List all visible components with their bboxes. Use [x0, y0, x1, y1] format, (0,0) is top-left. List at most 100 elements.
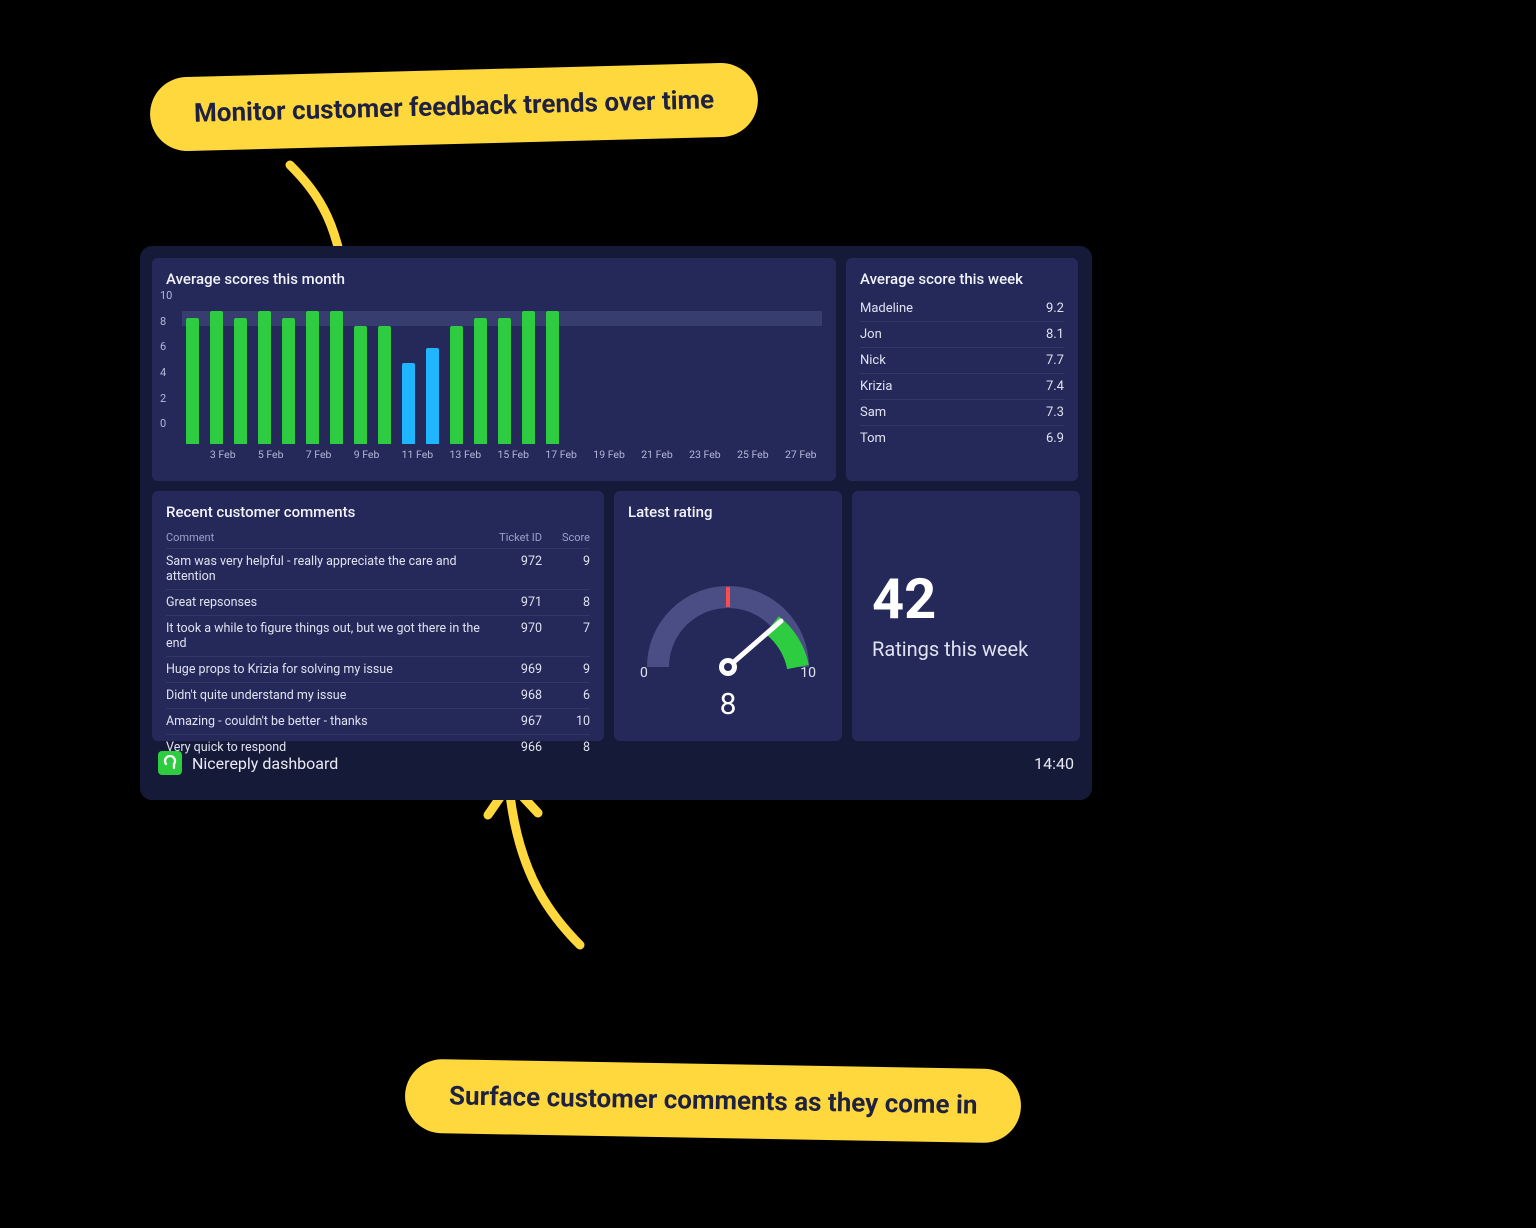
gauge-value: 8 — [614, 687, 842, 722]
cell-ticket: 967 — [482, 714, 542, 729]
dashboard-title: Nicereply dashboard — [192, 754, 338, 773]
cell-ticket: 970 — [482, 621, 542, 651]
table-row: Sam was very helpful - really appreciate… — [166, 548, 590, 589]
agent-score: 6.9 — [1046, 431, 1064, 446]
gauge-range-labels: 0 10 — [614, 665, 842, 681]
x-tick: 5 Feb — [258, 448, 271, 461]
agent-score: 8.1 — [1046, 327, 1064, 342]
cell-ticket: 969 — [482, 662, 542, 677]
agent-row: Madeline9.2 — [860, 296, 1064, 322]
panel-recent-comments: Recent customer comments Comment Ticket … — [152, 491, 604, 741]
panel-average-scores-month: Average scores this month 1086420 x3 Feb… — [152, 258, 836, 481]
agent-name: Tom — [860, 431, 886, 446]
gauge-max: 10 — [800, 665, 816, 681]
chart-bar — [498, 318, 511, 444]
x-tick: 15 Feb — [497, 448, 510, 461]
cell-score: 9 — [542, 662, 590, 677]
agent-score: 9.2 — [1046, 301, 1064, 316]
cell-ticket: 972 — [482, 554, 542, 584]
clock: 14:40 — [1034, 754, 1074, 773]
agent-name: Krizia — [860, 379, 892, 394]
dashboard-main: Average scores this month 1086420 x3 Feb… — [140, 246, 1092, 800]
chart-bar — [330, 311, 343, 444]
x-tick: 27 Feb — [785, 448, 798, 461]
cell-comment: Great repsonses — [166, 595, 482, 610]
chart-x-axis: x3 Febx5 Febx7 Febx9 Febx11 Febx13 Febx1… — [182, 448, 822, 461]
agent-row: Sam 7.3 — [860, 400, 1064, 426]
callout-text: Monitor customer feedback trends over ti… — [194, 85, 715, 129]
chart-bar — [522, 311, 535, 444]
cell-score: 7 — [542, 621, 590, 651]
agent-score: 7.7 — [1046, 353, 1064, 368]
cell-comment: Amazing - couldn't be better - thanks — [166, 714, 482, 729]
table-row: Great repsonses9718 — [166, 589, 590, 615]
chart-bar — [546, 311, 559, 444]
panel-title: Recent customer comments — [166, 503, 590, 521]
panel-ratings-count: 42 Ratings this week — [852, 491, 1080, 741]
annotation-callout-bottom: Surface customer comments as they come i… — [404, 1059, 1022, 1144]
x-tick: 25 Feb — [737, 448, 750, 461]
x-tick: 9 Feb — [354, 448, 367, 461]
cell-score: 8 — [542, 595, 590, 610]
cell-comment: Didn't quite understand my issue — [166, 688, 482, 703]
agent-list: Madeline9.2 Jon 8.1 Nick 7.7 Krizia 7.4 Sam 7.3 T… — [860, 296, 1064, 451]
chart-bar — [354, 326, 367, 444]
chart-bar — [378, 326, 391, 444]
x-tick: 3 Feb — [210, 448, 223, 461]
chart-bar — [474, 318, 487, 444]
y-tick: 0 — [160, 418, 172, 444]
x-tick: 7 Feb — [306, 448, 319, 461]
cell-score: 10 — [542, 714, 590, 729]
agent-row: Tom 6.9 — [860, 426, 1064, 451]
x-tick: 19 Feb — [593, 448, 606, 461]
agent-name: Jon — [860, 327, 882, 342]
panel-latest-rating: Latest rating 0 10 8 — [614, 491, 842, 741]
y-tick: 8 — [160, 316, 172, 342]
col-header-ticket: Ticket ID — [482, 531, 542, 544]
x-tick: 23 Feb — [689, 448, 702, 461]
cell-ticket: 968 — [482, 688, 542, 703]
agent-name: Sam — [860, 405, 886, 420]
y-tick: 2 — [160, 393, 172, 419]
agent-score: 7.4 — [1046, 379, 1064, 394]
chart-bar — [450, 326, 463, 444]
chart-bar — [402, 363, 415, 444]
chart-bar — [234, 318, 247, 444]
panel-title: Latest rating — [628, 503, 828, 521]
x-tick: 11 Feb — [402, 448, 415, 461]
cell-ticket: 971 — [482, 595, 542, 610]
panel-title: Average score this week — [860, 270, 1064, 288]
footer-left: Nicereply dashboard — [158, 751, 338, 775]
callout-text: Surface customer comments as they come i… — [449, 1081, 978, 1120]
chart-bar — [258, 311, 271, 444]
col-header-comment: Comment — [166, 531, 482, 544]
chart-bar — [186, 318, 199, 444]
table-row: Didn't quite understand my issue9686 — [166, 682, 590, 708]
nicereply-logo-icon — [158, 751, 182, 775]
x-tick: 21 Feb — [641, 448, 654, 461]
cell-comment: It took a while to figure things out, bu… — [166, 621, 482, 651]
table-row: Huge props to Krizia for solving my issu… — [166, 656, 590, 682]
panel-title: Average scores this month — [166, 270, 822, 288]
y-tick: 6 — [160, 341, 172, 367]
ratings-count-label: Ratings this week — [872, 637, 1066, 661]
panel-average-score-week: Average score this week Madeline9.2 Jon 8.… — [846, 258, 1078, 481]
chart-bars — [182, 296, 822, 444]
annotation-callout-top: Monitor customer feedback trends over ti… — [149, 62, 759, 152]
agent-name: Nick — [860, 353, 886, 368]
cell-score: 9 — [542, 554, 590, 584]
cell-comment: Sam was very helpful - really appreciate… — [166, 554, 482, 584]
cell-comment: Huge props to Krizia for solving my issu… — [166, 662, 482, 677]
chart-bar — [282, 318, 295, 444]
chart-bar — [210, 311, 223, 444]
row-top: Average scores this month 1086420 x3 Feb… — [152, 258, 1080, 481]
agent-score: 7.3 — [1046, 405, 1064, 420]
table-header: Comment Ticket ID Score — [166, 529, 590, 548]
agent-row: Nick 7.7 — [860, 348, 1064, 374]
gauge-min: 0 — [640, 665, 648, 681]
ratings-count-value: 42 — [872, 571, 1066, 627]
chart-bar — [426, 348, 439, 444]
x-tick: 13 Feb — [450, 448, 463, 461]
table-row: It took a while to figure things out, bu… — [166, 615, 590, 656]
agent-row: Jon 8.1 — [860, 322, 1064, 348]
